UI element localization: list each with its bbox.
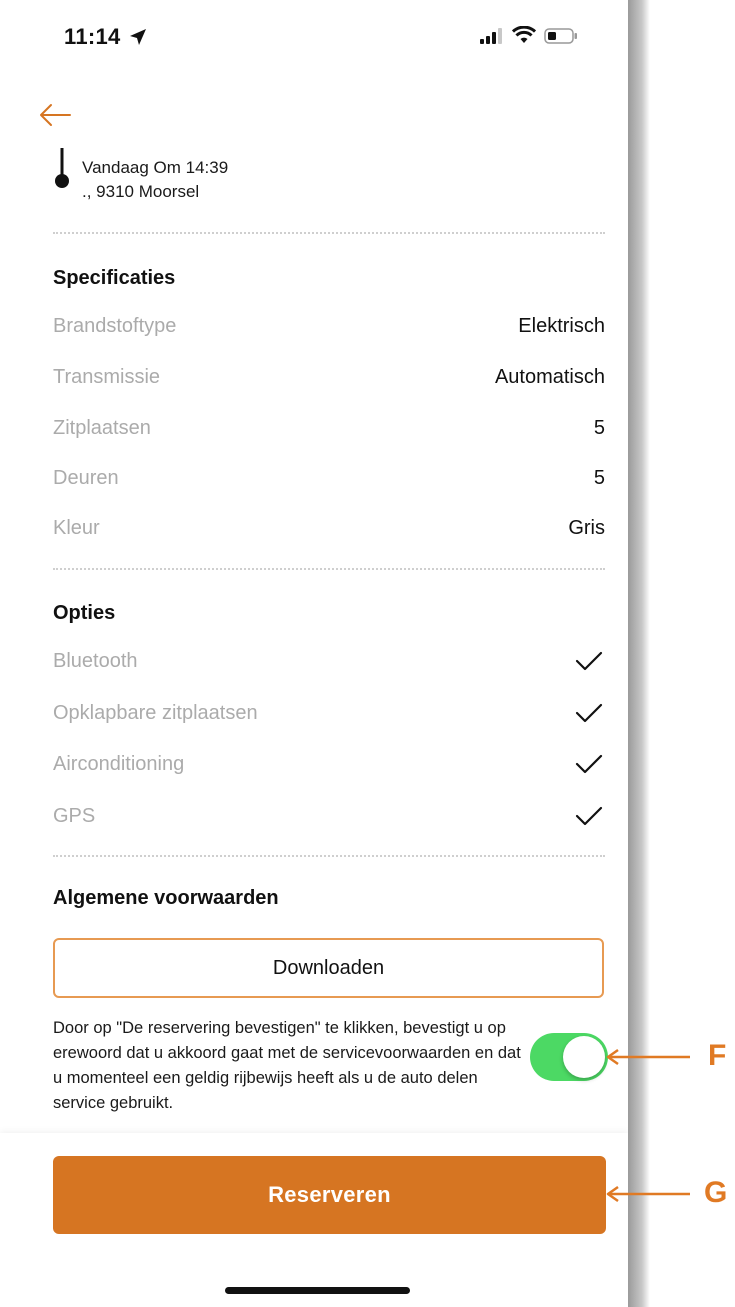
option-row-folding-seats: Opklapbare zitplaatsen xyxy=(53,702,605,738)
terms-title: Algemene voorwaarden xyxy=(53,887,279,909)
back-arrow-icon[interactable] xyxy=(38,102,72,128)
options-title: Opties xyxy=(53,602,116,624)
spec-value: Automatisch xyxy=(494,366,605,388)
annotation-arrow-g xyxy=(606,1185,690,1203)
checkmark-icon xyxy=(575,754,603,774)
option-label: Airconditioning xyxy=(53,753,185,775)
annotation-arrow-f xyxy=(606,1048,690,1066)
pickup-address: ., 9310 Moorsel xyxy=(82,182,200,201)
spec-value: 5 xyxy=(593,417,605,439)
spec-label: Kleur xyxy=(53,517,100,539)
divider xyxy=(53,855,605,857)
spec-row-color: Kleur Gris xyxy=(53,517,605,553)
spec-value: 5 xyxy=(593,467,605,489)
reserve-button[interactable]: Reserveren xyxy=(53,1156,606,1234)
option-row-gps: GPS xyxy=(53,805,605,841)
spec-value: Gris xyxy=(568,517,605,539)
annotation-label-g: G xyxy=(704,1176,728,1209)
wifi-icon xyxy=(512,26,536,43)
status-icons xyxy=(480,24,600,48)
location-text: Vandaag Om 14:39 ., 9310 Moorsel xyxy=(82,156,228,204)
option-row-bluetooth: Bluetooth xyxy=(53,650,605,686)
specs-title: Specificaties xyxy=(53,267,176,289)
status-time: 11:14 xyxy=(64,24,121,49)
checkmark-icon xyxy=(575,806,603,826)
option-label: GPS xyxy=(53,805,96,827)
status-bar: 11:14 xyxy=(0,0,628,80)
spec-row-seats: Zitplaatsen 5 xyxy=(53,417,605,453)
spec-value: Elektrisch xyxy=(518,315,605,337)
option-label: Bluetooth xyxy=(53,650,138,672)
checkmark-icon xyxy=(575,651,603,671)
option-row-airconditioning: Airconditioning xyxy=(53,753,605,789)
divider xyxy=(53,568,605,570)
download-terms-button[interactable]: Downloaden xyxy=(53,938,604,998)
phone-screen: 11:14 Vandaag Om 14:39 ., 9310 Moorsel S… xyxy=(0,0,628,1307)
spec-row-doors: Deuren 5 xyxy=(53,467,605,503)
consent-toggle[interactable] xyxy=(530,1033,608,1081)
spec-row-fuel: Brandstoftype Elektrisch xyxy=(53,315,605,351)
location-info: Vandaag Om 14:39 ., 9310 Moorsel xyxy=(52,148,612,208)
home-indicator xyxy=(225,1287,410,1294)
signal-icon xyxy=(480,28,502,44)
spec-label: Deuren xyxy=(53,467,119,489)
location-arrow-icon xyxy=(130,29,146,45)
divider xyxy=(53,232,605,234)
annotation-label-f: F xyxy=(708,1039,727,1072)
battery-icon xyxy=(544,28,577,44)
toggle-knob xyxy=(563,1036,605,1078)
pickup-time: Vandaag Om 14:39 xyxy=(82,158,229,177)
spec-row-transmission: Transmissie Automatisch xyxy=(53,366,605,402)
spec-label: Transmissie xyxy=(53,366,161,388)
pin-icon xyxy=(55,148,69,188)
option-label: Opklapbare zitplaatsen xyxy=(53,702,258,724)
spec-label: Brandstoftype xyxy=(53,315,177,337)
spec-label: Zitplaatsen xyxy=(53,417,151,439)
consent-text: Door op "De reservering bevestigen" te k… xyxy=(53,1019,521,1112)
checkmark-icon xyxy=(575,703,603,723)
